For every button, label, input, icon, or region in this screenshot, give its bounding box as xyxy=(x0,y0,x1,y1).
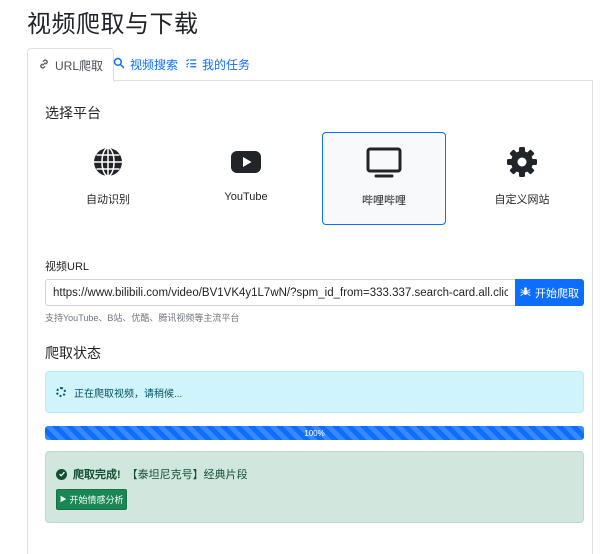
progress-bar: 100% xyxy=(45,426,584,440)
tab-my-tasks[interactable]: 我的任务 xyxy=(175,48,260,81)
url-field-label: 视频URL xyxy=(45,261,90,273)
list-icon xyxy=(185,57,197,72)
platform-bilibili[interactable]: 哔哩哔哩 xyxy=(322,132,446,225)
platform-section-title: 选择平台 xyxy=(45,105,101,121)
spider-icon xyxy=(520,286,531,300)
tab-label: URL爬取 xyxy=(55,58,104,73)
video-title: 【泰坦尼克号】经典片段 xyxy=(126,469,248,481)
tab-label: 视频搜索 xyxy=(130,58,179,72)
link-icon xyxy=(38,58,50,73)
url-help-text: 支持YouTube、B站、优酷、腾讯视频等主流平台 xyxy=(45,313,240,323)
platform-auto-detect[interactable]: 自动识别 xyxy=(46,132,170,225)
tab-url-crawl[interactable]: URL爬取 xyxy=(27,48,115,82)
crawling-status-text: 正在爬取视频，请稍候... xyxy=(74,388,183,400)
platform-label: 自定义网站 xyxy=(494,194,550,206)
progress-label: 100% xyxy=(304,428,325,438)
platform-label: YouTube xyxy=(224,191,268,203)
globe-icon xyxy=(90,144,126,180)
analyze-label: 开始情感分析 xyxy=(69,495,124,505)
check-circle-icon xyxy=(56,468,67,480)
platform-youtube[interactable]: YouTube xyxy=(184,132,308,225)
crawling-status-alert: 正在爬取视频，请稍候... xyxy=(45,371,584,413)
crawl-success-alert: 爬取完成! 【泰坦尼克号】经典片段 开始情感分析 xyxy=(45,451,584,523)
play-icon xyxy=(59,495,67,505)
success-title: 爬取完成! xyxy=(73,469,121,481)
youtube-icon xyxy=(228,144,264,180)
crawl-progress: 100% xyxy=(45,426,584,440)
start-crawl-label: 开始爬取 xyxy=(535,287,579,300)
status-section-title: 爬取状态 xyxy=(45,345,101,361)
platform-label: 哔哩哔哩 xyxy=(362,195,406,207)
tab-bar: URL爬取 视频搜索 我的任务 xyxy=(27,48,593,82)
tv-icon xyxy=(366,145,402,181)
page-title: 视频爬取与下载 xyxy=(27,11,199,38)
video-url-input[interactable] xyxy=(45,279,515,306)
spinner-icon xyxy=(56,387,66,397)
platform-custom-site[interactable]: 自定义网站 xyxy=(460,132,584,225)
gear-icon xyxy=(504,144,540,180)
search-icon xyxy=(113,57,125,72)
start-crawl-button[interactable]: 开始爬取 xyxy=(515,279,584,306)
start-sentiment-analysis-button[interactable]: 开始情感分析 xyxy=(56,489,127,510)
tab-label: 我的任务 xyxy=(202,58,251,72)
platform-label: 自动识别 xyxy=(86,194,130,206)
